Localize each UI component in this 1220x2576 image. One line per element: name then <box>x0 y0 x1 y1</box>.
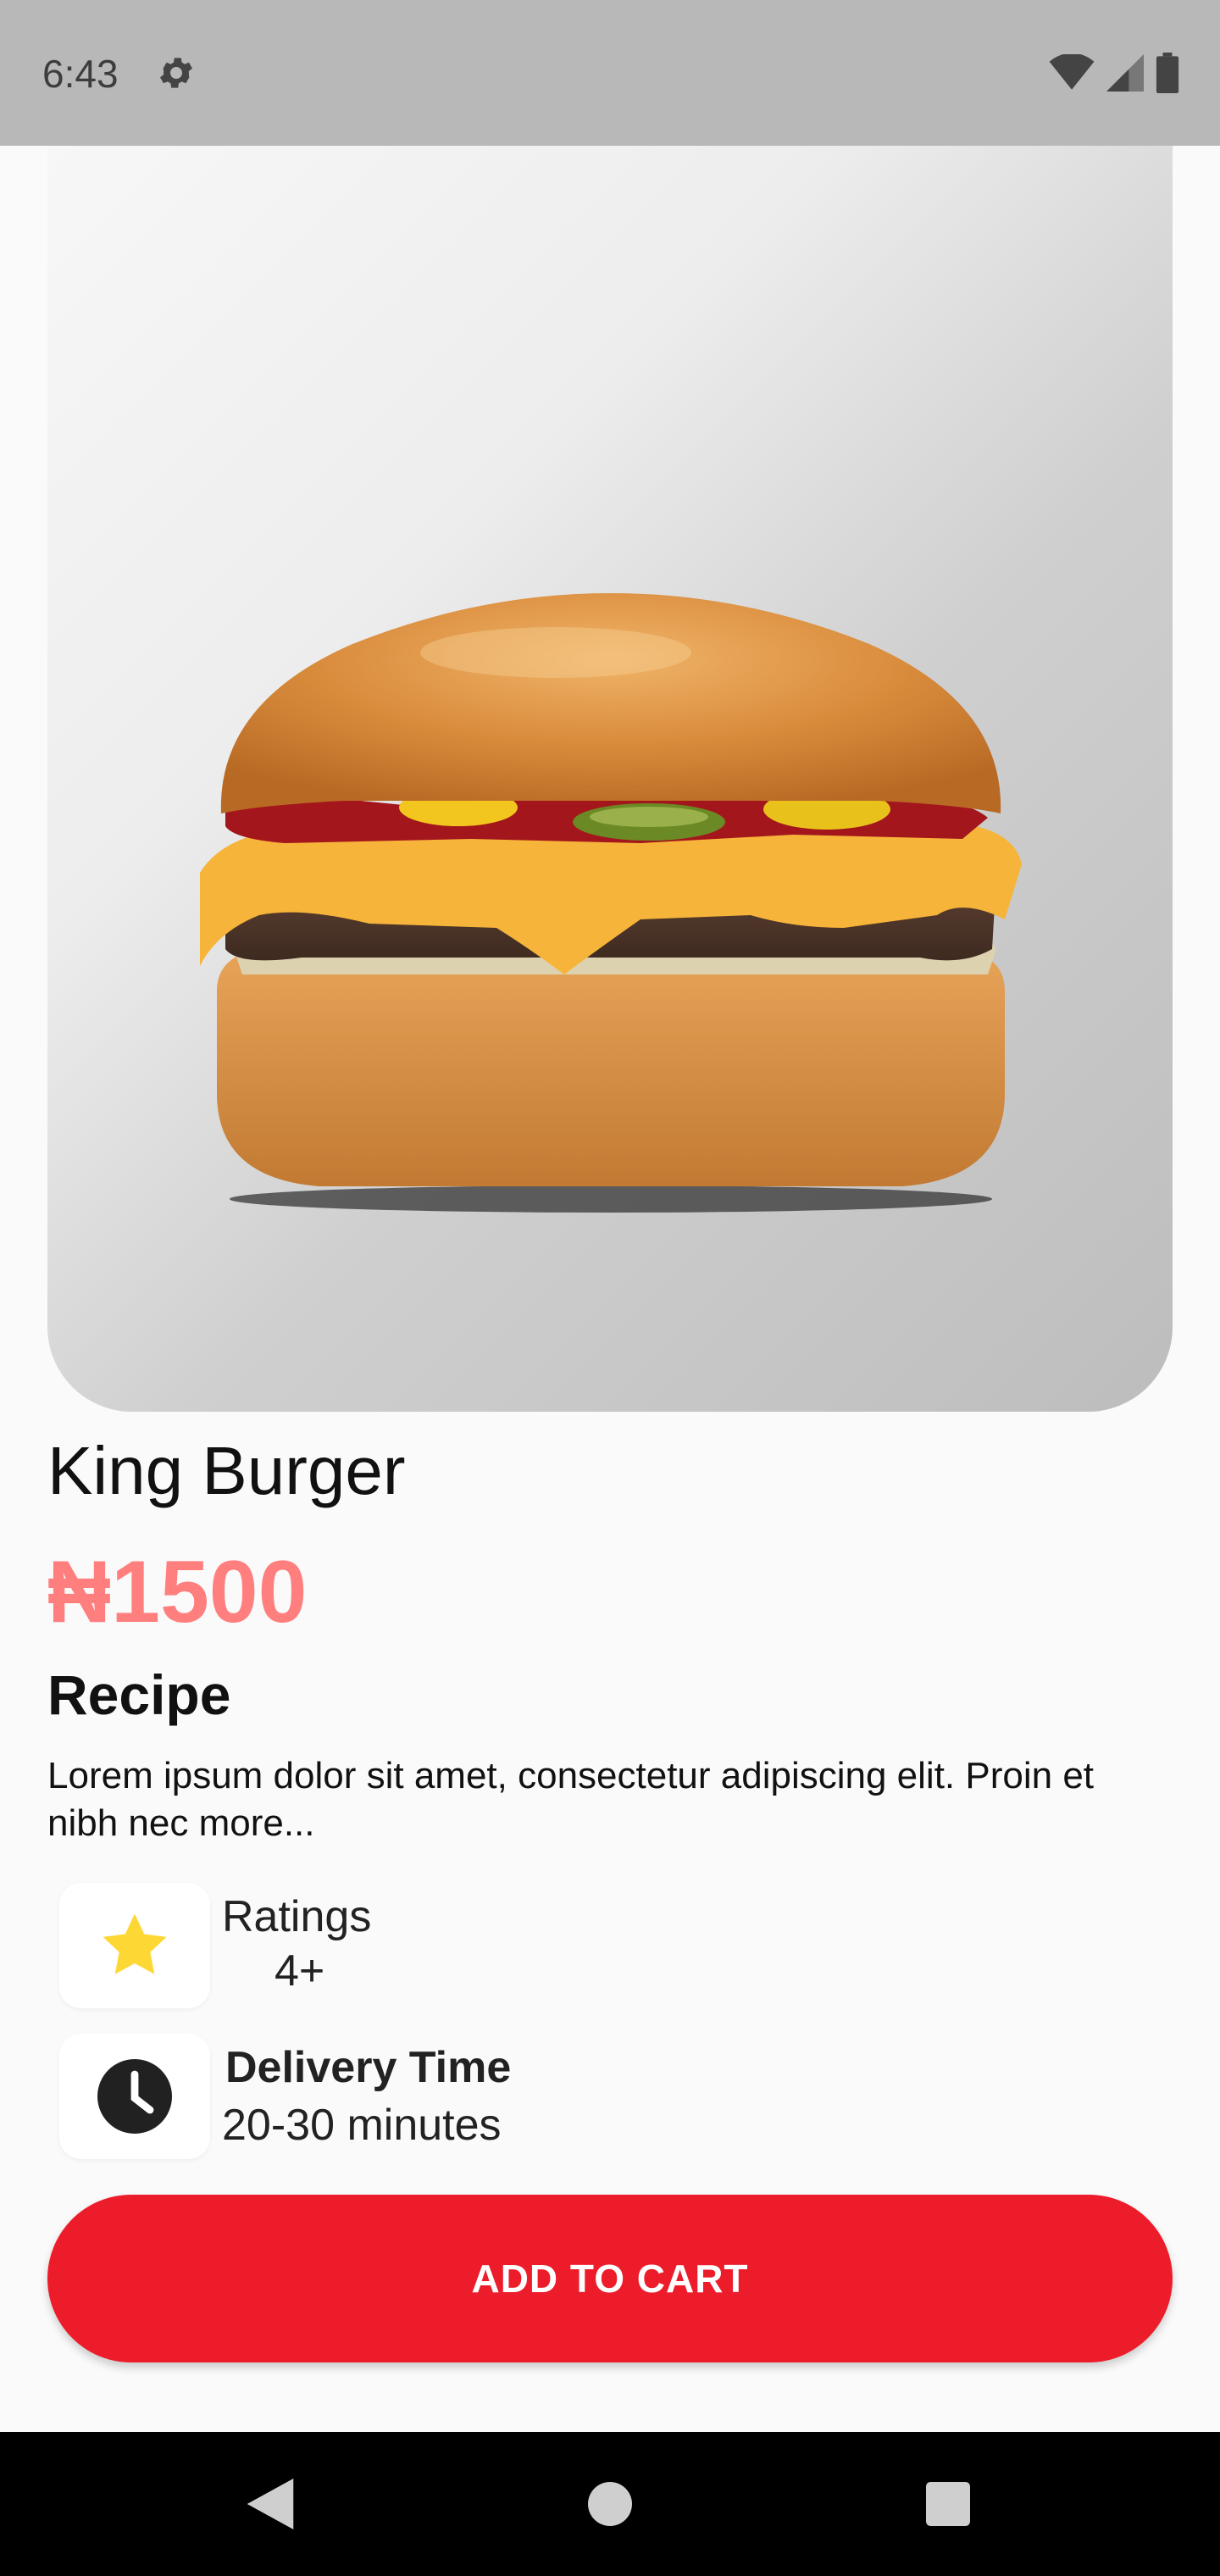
burger-image <box>200 593 1022 1213</box>
navigation-bar <box>0 2432 1220 2576</box>
wifi-icon <box>1049 54 1095 90</box>
ratings-tile <box>59 1883 210 2008</box>
status-icons <box>1049 53 1179 93</box>
recipe-heading: Recipe <box>47 1663 231 1726</box>
ratings-value: 4+ <box>274 1946 325 1996</box>
clock-icon <box>97 2059 172 2134</box>
ratings-label: Ratings <box>222 1892 372 1941</box>
star-icon <box>103 1913 167 1974</box>
status-bar: 6:43 <box>0 0 1220 146</box>
gear-icon <box>160 58 192 88</box>
battery-icon <box>1156 53 1179 93</box>
product-name: King Burger <box>47 1433 406 1508</box>
product-image-card <box>47 68 1173 1412</box>
recents-button[interactable] <box>910 2466 986 2542</box>
delivery-tile <box>59 2034 210 2159</box>
home-icon <box>588 2482 632 2526</box>
recents-icon <box>926 2482 970 2526</box>
delivery-time-value: 20-30 minutes <box>222 2101 502 2150</box>
signal-icon <box>1106 54 1144 92</box>
status-time: 6:43 <box>42 52 119 96</box>
recipe-description: Lorem ipsum dolor sit amet, consectetur … <box>47 1755 1095 1844</box>
product-price: ₦1500 <box>47 1543 308 1641</box>
home-button[interactable] <box>572 2466 648 2542</box>
back-icon <box>247 2479 294 2529</box>
delivery-time-label: Delivery Time <box>225 2043 512 2092</box>
add-to-cart-button[interactable]: ADD TO CART <box>47 2195 1173 2362</box>
back-button[interactable] <box>232 2466 308 2542</box>
